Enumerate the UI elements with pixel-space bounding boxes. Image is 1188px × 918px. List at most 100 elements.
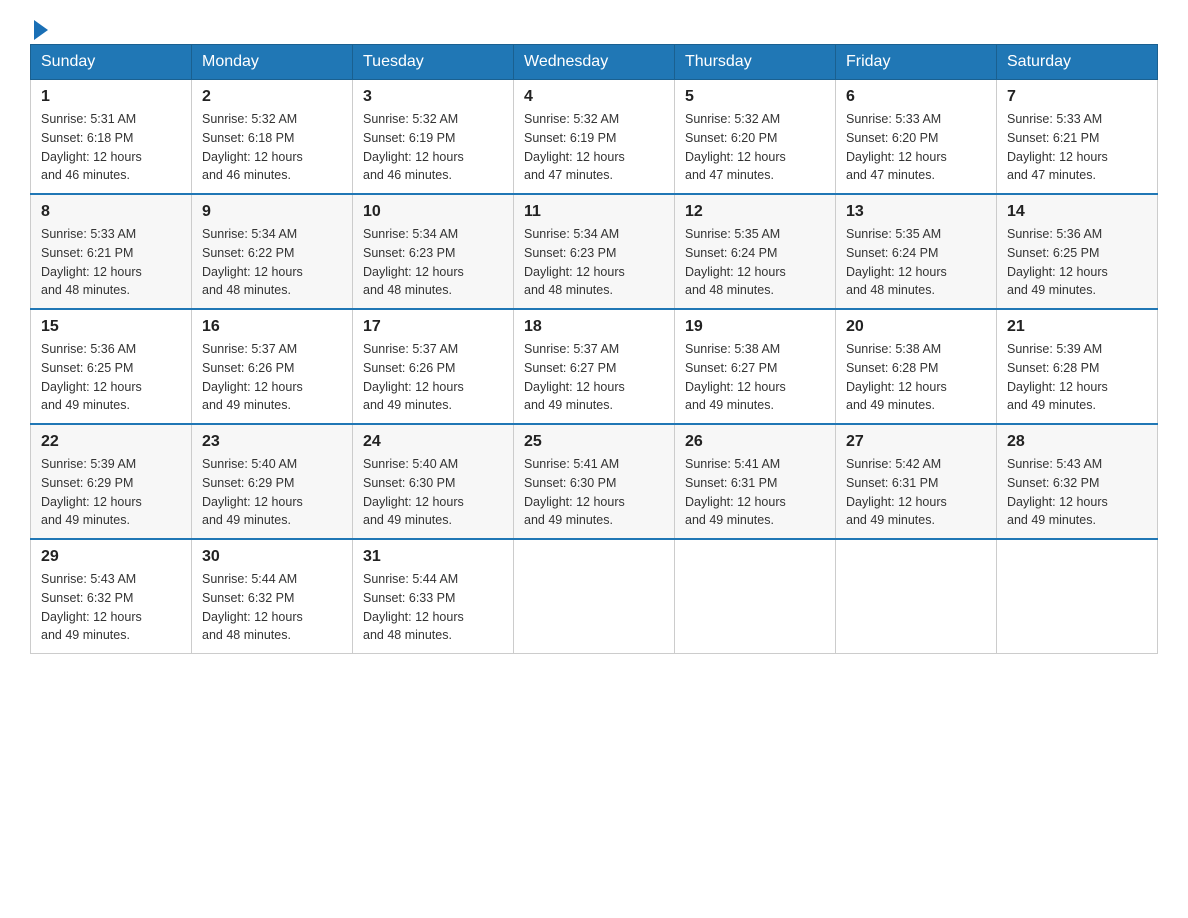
day-number: 26 <box>685 433 825 451</box>
calendar-cell: 21Sunrise: 5:39 AMSunset: 6:28 PMDayligh… <box>997 309 1158 424</box>
day-number: 10 <box>363 203 503 221</box>
calendar-cell: 4 Sunrise: 5:32 AMSunset: 6:19 PMDaylight… <box>514 80 675 195</box>
day-info: Sunrise: 5:44 AMSunset: 6:32 PMDaylight:… <box>202 570 342 645</box>
weekday-header-monday: Monday <box>192 45 353 80</box>
calendar-cell: 15 Sunrise: 5:36 AMSunset: 6:25 PMDayligh… <box>31 309 192 424</box>
day-info: Sunrise: 5:38 AMSunset: 6:28 PMDaylight:… <box>846 340 986 415</box>
calendar-cell: 18 Sunrise: 5:37 AMSunset: 6:27 PMDayligh… <box>514 309 675 424</box>
calendar-week-row: 15 Sunrise: 5:36 AMSunset: 6:25 PMDayligh… <box>31 309 1158 424</box>
calendar-cell: 7 Sunrise: 5:33 AMSunset: 6:21 PMDaylight… <box>997 80 1158 195</box>
day-number: 16 <box>202 318 342 336</box>
logo-arrow-icon <box>34 20 48 40</box>
day-number: 5 <box>685 88 825 106</box>
day-info: Sunrise: 5:40 AMSunset: 6:29 PMDaylight:… <box>202 455 342 530</box>
calendar-cell: 27Sunrise: 5:42 AMSunset: 6:31 PMDayligh… <box>836 424 997 539</box>
weekday-header-thursday: Thursday <box>675 45 836 80</box>
calendar-cell <box>514 539 675 654</box>
day-info: Sunrise: 5:40 AMSunset: 6:30 PMDaylight:… <box>363 455 503 530</box>
day-info: Sunrise: 5:34 AMSunset: 6:22 PMDaylight:… <box>202 225 342 300</box>
calendar-cell: 17 Sunrise: 5:37 AMSunset: 6:26 PMDayligh… <box>353 309 514 424</box>
day-number: 17 <box>363 318 503 336</box>
day-info: Sunrise: 5:43 AMSunset: 6:32 PMDaylight:… <box>1007 455 1147 530</box>
day-info: Sunrise: 5:34 AMSunset: 6:23 PMDaylight:… <box>524 225 664 300</box>
calendar-cell: 3 Sunrise: 5:32 AMSunset: 6:19 PMDaylight… <box>353 80 514 195</box>
day-number: 23 <box>202 433 342 451</box>
calendar-week-row: 8 Sunrise: 5:33 AMSunset: 6:21 PMDaylight… <box>31 194 1158 309</box>
calendar-cell: 2Sunrise: 5:32 AMSunset: 6:18 PMDaylight… <box>192 80 353 195</box>
calendar-week-row: 1 Sunrise: 5:31 AMSunset: 6:18 PMDaylight… <box>31 80 1158 195</box>
day-number: 8 <box>41 203 181 221</box>
day-info: Sunrise: 5:38 AMSunset: 6:27 PMDaylight:… <box>685 340 825 415</box>
day-info: Sunrise: 5:37 AMSunset: 6:26 PMDaylight:… <box>202 340 342 415</box>
day-info: Sunrise: 5:32 AMSunset: 6:19 PMDaylight:… <box>524 110 664 185</box>
calendar-cell: 9 Sunrise: 5:34 AMSunset: 6:22 PMDaylight… <box>192 194 353 309</box>
calendar-cell: 1 Sunrise: 5:31 AMSunset: 6:18 PMDaylight… <box>31 80 192 195</box>
calendar-cell: 29 Sunrise: 5:43 AMSunset: 6:32 PMDayligh… <box>31 539 192 654</box>
day-number: 6 <box>846 88 986 106</box>
calendar-cell: 28 Sunrise: 5:43 AMSunset: 6:32 PMDayligh… <box>997 424 1158 539</box>
day-number: 7 <box>1007 88 1147 106</box>
day-info: Sunrise: 5:41 AMSunset: 6:30 PMDaylight:… <box>524 455 664 530</box>
calendar-cell: 16 Sunrise: 5:37 AMSunset: 6:26 PMDayligh… <box>192 309 353 424</box>
calendar-cell: 19 Sunrise: 5:38 AMSunset: 6:27 PMDayligh… <box>675 309 836 424</box>
day-number: 28 <box>1007 433 1147 451</box>
weekday-header-friday: Friday <box>836 45 997 80</box>
day-number: 11 <box>524 203 664 221</box>
day-info: Sunrise: 5:32 AMSunset: 6:18 PMDaylight:… <box>202 110 342 185</box>
day-info: Sunrise: 5:35 AMSunset: 6:24 PMDaylight:… <box>685 225 825 300</box>
day-info: Sunrise: 5:34 AMSunset: 6:23 PMDaylight:… <box>363 225 503 300</box>
day-info: Sunrise: 5:33 AMSunset: 6:21 PMDaylight:… <box>41 225 181 300</box>
calendar-cell: 20 Sunrise: 5:38 AMSunset: 6:28 PMDayligh… <box>836 309 997 424</box>
day-number: 14 <box>1007 203 1147 221</box>
day-info: Sunrise: 5:36 AMSunset: 6:25 PMDaylight:… <box>41 340 181 415</box>
calendar-cell: 30 Sunrise: 5:44 AMSunset: 6:32 PMDayligh… <box>192 539 353 654</box>
calendar-cell: 13Sunrise: 5:35 AMSunset: 6:24 PMDayligh… <box>836 194 997 309</box>
day-number: 12 <box>685 203 825 221</box>
weekday-header-saturday: Saturday <box>997 45 1158 80</box>
calendar-cell: 8 Sunrise: 5:33 AMSunset: 6:21 PMDaylight… <box>31 194 192 309</box>
calendar-cell: 10 Sunrise: 5:34 AMSunset: 6:23 PMDayligh… <box>353 194 514 309</box>
day-info: Sunrise: 5:32 AMSunset: 6:20 PMDaylight:… <box>685 110 825 185</box>
day-info: Sunrise: 5:41 AMSunset: 6:31 PMDaylight:… <box>685 455 825 530</box>
day-info: Sunrise: 5:43 AMSunset: 6:32 PMDaylight:… <box>41 570 181 645</box>
weekday-header-wednesday: Wednesday <box>514 45 675 80</box>
logo-text <box>30 20 48 38</box>
weekday-header-row: SundayMondayTuesdayWednesdayThursdayFrid… <box>31 45 1158 80</box>
calendar-cell: 6Sunrise: 5:33 AMSunset: 6:20 PMDaylight… <box>836 80 997 195</box>
calendar-cell: 25Sunrise: 5:41 AMSunset: 6:30 PMDayligh… <box>514 424 675 539</box>
day-number: 29 <box>41 548 181 566</box>
day-info: Sunrise: 5:42 AMSunset: 6:31 PMDaylight:… <box>846 455 986 530</box>
day-number: 4 <box>524 88 664 106</box>
calendar-cell: 31Sunrise: 5:44 AMSunset: 6:33 PMDayligh… <box>353 539 514 654</box>
calendar-cell: 5 Sunrise: 5:32 AMSunset: 6:20 PMDaylight… <box>675 80 836 195</box>
day-number: 24 <box>363 433 503 451</box>
calendar-cell <box>997 539 1158 654</box>
day-info: Sunrise: 5:31 AMSunset: 6:18 PMDaylight:… <box>41 110 181 185</box>
calendar-week-row: 29 Sunrise: 5:43 AMSunset: 6:32 PMDayligh… <box>31 539 1158 654</box>
day-number: 20 <box>846 318 986 336</box>
day-number: 18 <box>524 318 664 336</box>
day-info: Sunrise: 5:36 AMSunset: 6:25 PMDaylight:… <box>1007 225 1147 300</box>
calendar-cell <box>836 539 997 654</box>
calendar-cell: 12 Sunrise: 5:35 AMSunset: 6:24 PMDayligh… <box>675 194 836 309</box>
weekday-header-sunday: Sunday <box>31 45 192 80</box>
day-number: 13 <box>846 203 986 221</box>
day-number: 30 <box>202 548 342 566</box>
day-number: 3 <box>363 88 503 106</box>
day-info: Sunrise: 5:37 AMSunset: 6:27 PMDaylight:… <box>524 340 664 415</box>
logo <box>30 20 48 34</box>
day-number: 19 <box>685 318 825 336</box>
day-number: 9 <box>202 203 342 221</box>
calendar-table: SundayMondayTuesdayWednesdayThursdayFrid… <box>30 44 1158 654</box>
calendar-cell: 14 Sunrise: 5:36 AMSunset: 6:25 PMDayligh… <box>997 194 1158 309</box>
calendar-cell <box>675 539 836 654</box>
day-number: 22 <box>41 433 181 451</box>
day-info: Sunrise: 5:33 AMSunset: 6:21 PMDaylight:… <box>1007 110 1147 185</box>
day-number: 15 <box>41 318 181 336</box>
day-info: Sunrise: 5:32 AMSunset: 6:19 PMDaylight:… <box>363 110 503 185</box>
calendar-cell: 11 Sunrise: 5:34 AMSunset: 6:23 PMDayligh… <box>514 194 675 309</box>
day-info: Sunrise: 5:37 AMSunset: 6:26 PMDaylight:… <box>363 340 503 415</box>
day-number: 1 <box>41 88 181 106</box>
day-info: Sunrise: 5:44 AMSunset: 6:33 PMDaylight:… <box>363 570 503 645</box>
day-number: 21 <box>1007 318 1147 336</box>
